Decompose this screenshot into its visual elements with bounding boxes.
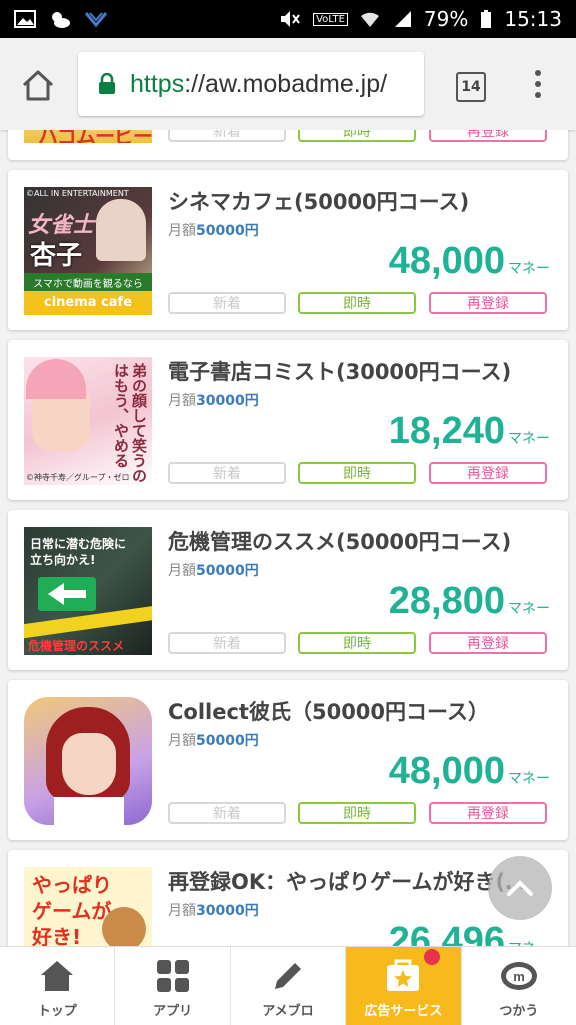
badge-immediate: 即時 (298, 462, 416, 484)
reward-amount: 48,000 (388, 750, 505, 792)
offer-card[interactable]: やっぱり ゲームが 好き! 再登録OK：やっぱりゲームが好き(30... 月額3… (8, 850, 568, 946)
badge-new: 新着 (168, 292, 286, 314)
reward: 28,800 マネー (389, 580, 550, 623)
reward: 48,000 マネー (389, 240, 550, 283)
badge-reregister: 再登録 (429, 802, 547, 824)
tab-switcher-button[interactable]: 14 (456, 72, 486, 102)
offer-thumbnail: 弟の顔して笑うのはもう、やめる ©神寺千寿／グループ・ゼロ (24, 357, 152, 485)
mute-icon (279, 9, 301, 29)
signal-icon (392, 10, 412, 28)
url-bar[interactable]: https://aw.mobadme.jp/ (78, 52, 424, 116)
volte-indicator: VoLTE (313, 12, 348, 26)
reward-unit: マネー (508, 601, 550, 617)
offer-thumbnail: やっぱり ゲームが 好き! (24, 867, 152, 946)
badge-immediate: 即時 (298, 632, 416, 654)
scroll-to-top-button[interactable] (488, 856, 552, 920)
nav-top[interactable]: トップ (0, 947, 116, 1025)
reward-unit: マネー (508, 431, 550, 447)
battery-percent: 79% (423, 7, 469, 31)
monthly-price: 月額30000円 (168, 903, 259, 919)
monthly-price: 月額50000円 (168, 223, 259, 239)
badge-new: 新着 (168, 130, 286, 142)
badge-reregister: 再登録 (429, 462, 547, 484)
badge-reregister: 再登録 (429, 632, 547, 654)
offer-card[interactable]: 弟の顔して笑うのはもう、やめる ©神寺千寿／グループ・ゼロ 電子書店コミスト(3… (8, 340, 568, 500)
offer-card[interactable]: 日常に潜む危険に 立ち向かえ! 危機管理のススメ 危機管理のススメ(50000円… (8, 510, 568, 670)
offer-thumbnail: ©ALL IN ENTERTAINMENT 女雀士 杏子 スマホで動画を観るなら… (24, 187, 152, 315)
badge-new: 新着 (168, 802, 286, 824)
monthly-price: 月額50000円 (168, 733, 259, 749)
nav-use[interactable]: m つかう (462, 947, 576, 1025)
monthly-price: 月額30000円 (168, 393, 259, 409)
offer-title[interactable]: 再登録OK：やっぱりゲームが好き(30... (168, 866, 538, 896)
home-icon (37, 956, 77, 996)
nav-ad-service[interactable]: 広告サービス (346, 947, 462, 1025)
offer-card-partial[interactable]: ハゴムービー 新着 即時 再登録 (8, 130, 568, 160)
reward-amount: 18,240 (388, 410, 505, 452)
offer-title[interactable]: Collect彼氏（50000円コース） (168, 696, 558, 726)
offer-thumbnail: ハゴムービー (24, 130, 152, 143)
reward: 18,240 マネー (389, 410, 550, 453)
bottom-navigation: トップ アプリ アメブロ 広告サービス m つかう (0, 946, 576, 1025)
lock-icon (98, 73, 116, 95)
clock: 15:13 (504, 7, 562, 31)
reward-amount: 26,496 (388, 920, 505, 946)
battery-icon (480, 9, 492, 29)
monthly-price: 月額50000円 (168, 563, 259, 579)
offer-card[interactable]: ©ALL IN ENTERTAINMENT 女雀士 杏子 スマホで動画を観るなら… (8, 170, 568, 330)
coin-icon: m (499, 956, 539, 996)
browser-toolbar: https://aw.mobadme.jp/ 14 (0, 38, 576, 130)
wifi-icon (360, 10, 380, 28)
weather-icon (48, 9, 72, 29)
image-notification-icon (14, 10, 36, 28)
reward-amount: 28,800 (388, 580, 505, 622)
offer-title[interactable]: シネマカフェ(50000円コース) (168, 186, 558, 216)
badge-immediate: 即時 (298, 130, 416, 142)
badge-immediate: 即時 (298, 802, 416, 824)
reward-amount: 48,000 (388, 240, 505, 282)
offer-thumbnail (24, 697, 152, 825)
reward: 26,496マネー (389, 920, 550, 946)
badge-immediate: 即時 (298, 292, 416, 314)
offer-card[interactable]: Collect彼氏（50000円コース） 月額50000円 48,000 マネー … (8, 680, 568, 840)
url-text: https://aw.mobadme.jp/ (130, 69, 388, 98)
nav-ameblo[interactable]: アメブロ (231, 947, 347, 1025)
offer-thumbnail: 日常に潜む危険に 立ち向かえ! 危機管理のススメ (24, 527, 152, 655)
offer-title[interactable]: 電子書店コミスト(30000円コース) (168, 356, 558, 386)
pencil-icon (268, 956, 308, 996)
badge-new: 新着 (168, 462, 286, 484)
status-bar: VoLTE 79% 15:13 (0, 0, 576, 38)
notification-dot (424, 949, 441, 965)
offer-list: ハゴムービー 新着 即時 再登録 ©ALL IN ENTERTAINMENT 女… (0, 130, 576, 946)
apps-grid-icon (153, 956, 193, 996)
overflow-menu-button[interactable] (534, 70, 542, 102)
badge-reregister: 再登録 (429, 130, 547, 142)
home-icon (22, 70, 54, 101)
home-button[interactable] (20, 68, 56, 102)
badge-new: 新着 (168, 632, 286, 654)
offer-title[interactable]: 危機管理のススメ(50000円コース) (168, 526, 558, 556)
reward-unit: マネー (508, 261, 550, 277)
reward-unit: マネー (508, 771, 550, 787)
badge-reregister: 再登録 (429, 292, 547, 314)
nav-apps[interactable]: アプリ (115, 947, 231, 1025)
star-box-icon (383, 956, 423, 996)
reward: 48,000 マネー (389, 750, 550, 793)
reward-unit: マネー (508, 938, 550, 946)
svg-text:m: m (513, 969, 525, 984)
chevron-up-icon (507, 880, 533, 896)
app-notification-icon (84, 10, 108, 28)
